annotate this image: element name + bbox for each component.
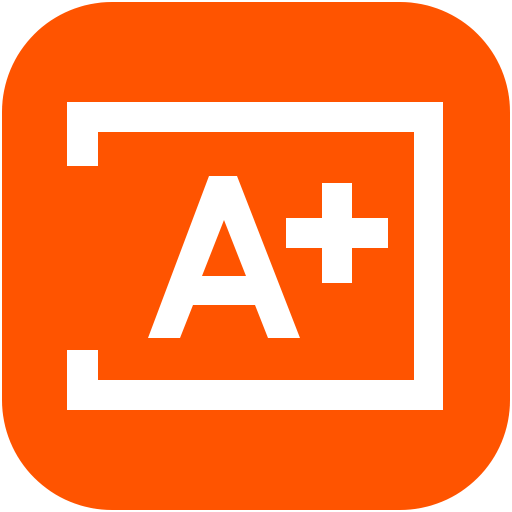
app-icon[interactable]: A+	[0, 0, 512, 512]
app-icon-wrapper: A+	[0, 0, 512, 512]
